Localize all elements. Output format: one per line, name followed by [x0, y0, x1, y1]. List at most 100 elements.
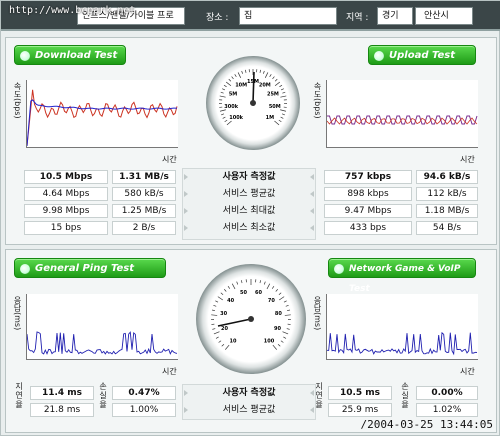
- game-loss-1: 1.02%: [416, 403, 478, 417]
- speed-row-label-1: 서비스 평균값: [222, 189, 276, 199]
- gauge-tick: [263, 70, 265, 74]
- ping-x-axis-label: 시간: [162, 367, 177, 376]
- row-arrow-icon: [310, 208, 314, 214]
- ping-gauge: 10 20 30 40 50 60 70 80 90 100: [196, 264, 306, 374]
- gauge-tick: [281, 113, 285, 116]
- gauge-tick: [264, 72, 269, 78]
- site-watermark: http://www.bcpark.net: [9, 5, 136, 16]
- ping-series: [26, 331, 178, 355]
- upload-y-axis-label: 속도(bps): [313, 82, 322, 119]
- row-arrow-icon: [184, 174, 188, 180]
- gauge-tick: [223, 289, 227, 292]
- gauge-tick: [213, 304, 217, 307]
- gauge-tick: [280, 340, 284, 343]
- ping-delay-side-label: 지연율: [15, 382, 23, 409]
- gauge-tick: [274, 78, 278, 82]
- speed-gauge: 100k300k5M10M15M20M25M50M1M: [206, 56, 300, 150]
- region-field-2: 안산시: [415, 7, 473, 25]
- download-series-blue: [26, 99, 178, 147]
- gauge-tick: [284, 314, 291, 316]
- row-arrow-icon: [184, 225, 188, 231]
- speed-gauge-label-5: 20M: [259, 82, 271, 88]
- row-arrow-icon: [184, 390, 188, 396]
- gauge-tick: [283, 300, 287, 303]
- game-title: Network Game & VoIP Test: [349, 264, 461, 294]
- gauge-tick: [211, 309, 216, 312]
- gauge-tick: [231, 76, 234, 80]
- gauge-tick: [278, 292, 282, 295]
- download-rate-2: 1.25 MB/s: [112, 204, 176, 218]
- upload-rate-2: 1.18 MB/s: [416, 204, 478, 218]
- gauge-tick: [221, 113, 225, 116]
- upload-value-1: 898 kbps: [324, 187, 412, 201]
- download-value-3: 15 bps: [24, 221, 108, 235]
- upload-value-2: 9.47 Mbps: [324, 204, 412, 218]
- speed-gauge-label-6: 25M: [267, 92, 279, 98]
- gauge-tick: [220, 292, 224, 295]
- gauge-tick: [213, 331, 220, 335]
- gauge-tick: [237, 72, 242, 78]
- gauge-tick: [283, 336, 287, 339]
- speed-gauge-label-7: 50M: [269, 104, 281, 110]
- gauge-tick: [275, 289, 279, 292]
- speed-gauge-hub: [250, 100, 256, 106]
- game-graph-svg: [326, 331, 478, 356]
- row-arrow-icon: [184, 407, 188, 413]
- gauge-tick: [272, 344, 277, 350]
- gauge-tick: [228, 78, 232, 82]
- upload-rate-0: 94.6 kB/s: [416, 170, 478, 184]
- game-delay-1: 25.9 ms: [328, 403, 392, 417]
- info-bar: 인프스/밴텔/가이블 프로 장소 : 집 지역 : 경기 안산시 http://…: [1, 1, 500, 31]
- gauge-tick: [215, 300, 219, 303]
- ping-graph: [26, 294, 178, 360]
- ping-test-panel: General Ping Test Network Game & VoIP Te…: [5, 249, 497, 433]
- network-game-voip-test-button[interactable]: Network Game & VoIP Test: [328, 258, 476, 294]
- speed-gauge-label-2: 5M: [229, 92, 237, 98]
- timestamp-value: 2004-03-25 13:44:05: [367, 418, 493, 431]
- gauge-tick: [280, 88, 284, 91]
- gauge-tick: [234, 74, 237, 78]
- download-rate-3: 2 B/s: [112, 221, 176, 235]
- gauge-tick: [225, 81, 232, 87]
- general-ping-test-button[interactable]: General Ping Test: [14, 258, 166, 278]
- row-arrow-icon: [310, 407, 314, 413]
- game-x-axis-label: 시간: [460, 367, 475, 376]
- ping-delay-1: 21.8 ms: [30, 403, 94, 417]
- ping-delay-0: 11.4 ms: [30, 386, 94, 400]
- upload-value-3: 433 bps: [324, 221, 412, 235]
- gauge-tick: [259, 69, 261, 73]
- gauge-tick: [211, 314, 218, 316]
- gauge-tick: [222, 88, 226, 91]
- gauge-tick: [220, 91, 224, 94]
- speed-gauge-label-8: 1M: [266, 115, 274, 121]
- row-arrow-icon: [184, 191, 188, 197]
- ping-loss-side-label: 손실율: [99, 382, 107, 409]
- download-rate-0: 1.31 MB/s: [112, 170, 176, 184]
- region-field-1: 경기: [377, 7, 413, 25]
- game-delay-0: 10.5 ms: [328, 386, 392, 400]
- upload-rate-3: 54 B/s: [416, 221, 478, 235]
- ping-gauge-label-1: 20: [221, 326, 228, 332]
- upload-value-0: 757 kbps: [324, 170, 412, 184]
- gauge-tick: [282, 331, 289, 335]
- gauge-tick: [225, 344, 230, 350]
- game-series: [326, 331, 478, 356]
- download-rate-1: 580 kB/s: [112, 187, 176, 201]
- ping-gauge-needle: [217, 318, 252, 327]
- game-y-axis-label: 응답(ms): [313, 296, 322, 331]
- gauge-tick: [269, 74, 272, 78]
- ping-title: General Ping Test: [35, 263, 135, 274]
- gauge-tick: [285, 304, 289, 307]
- download-value-2: 9.98 Mbps: [24, 204, 108, 218]
- gauge-tick: [241, 70, 243, 74]
- upload-x-axis-label: 시간: [460, 155, 475, 164]
- download-test-button[interactable]: Download Test: [14, 45, 126, 65]
- upload-graph-svg: [326, 115, 478, 125]
- upload-test-button[interactable]: Upload Test: [368, 45, 476, 65]
- place-label: 장소 :: [206, 13, 229, 23]
- upload-rate-1: 112 kB/s: [416, 187, 478, 201]
- gauge-tick: [245, 69, 247, 73]
- ping-gauge-label-0: 10: [230, 338, 237, 344]
- place-field: 집: [239, 7, 337, 25]
- row-arrow-icon: [310, 191, 314, 197]
